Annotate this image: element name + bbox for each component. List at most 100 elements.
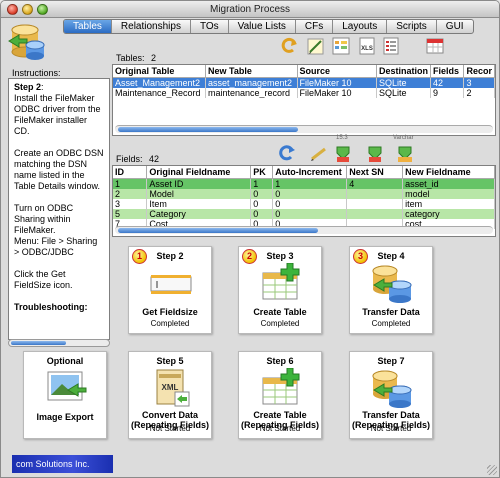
varchar-small-label: Varchar <box>393 135 414 141</box>
tables-scrollbar[interactable] <box>115 125 493 133</box>
table-row[interactable]: 1 Asset ID 1 1 4 asset_id <box>113 178 495 189</box>
tab-relationships[interactable]: Relationships <box>112 20 191 33</box>
column-header[interactable]: Original Table <box>113 65 206 78</box>
transfer-data-icon <box>372 265 412 303</box>
instructions-step-heading: Step 2 <box>14 82 42 92</box>
instructions-body: Install the FileMaker ODBC driver from t… <box>14 93 104 290</box>
edit-table-icon[interactable] <box>306 36 326 56</box>
calendar-table-icon[interactable] <box>425 36 445 56</box>
column-header[interactable]: Original Fieldname <box>146 166 252 179</box>
fields-header-row: ID Original Fieldname PK Auto-Increment … <box>113 166 495 179</box>
transfer-data-icon <box>372 370 412 408</box>
table-cell: 0 <box>250 188 274 199</box>
column-header[interactable]: Recor <box>463 65 495 78</box>
step-3-create-table-card[interactable]: 2 Step 3 Create Table Completed <box>238 246 322 334</box>
image-export-icon <box>47 371 87 401</box>
table-cell <box>346 208 404 219</box>
table-cell: Item <box>146 198 252 209</box>
step-title: Step 7 <box>377 356 405 366</box>
table-cell: Asset ID <box>146 178 252 189</box>
fields-scrollbar[interactable] <box>115 226 493 234</box>
column-header[interactable]: Destination <box>376 65 431 78</box>
step-title: Optional <box>46 356 84 366</box>
table-cell: 3 <box>113 198 148 209</box>
tab-tables[interactable]: Tables <box>64 20 112 33</box>
column-header[interactable]: New Fieldname <box>402 166 495 179</box>
instructions-panel[interactable]: Step 2: Install the FileMaker ODBC drive… <box>8 78 110 340</box>
table-cell <box>346 188 404 199</box>
tab-tos[interactable]: TOs <box>191 20 229 33</box>
table-row[interactable]: 2 Model 0 0 model <box>113 188 495 199</box>
column-header[interactable]: Source <box>297 65 377 78</box>
tables-label-row: Tables: 2 <box>116 53 156 63</box>
column-header[interactable]: Next SN <box>346 166 404 179</box>
step-label: Create Table <box>253 307 307 317</box>
step-6-create-table-repeating-card[interactable]: Step 6 Create Table (Repeating Fields) N… <box>238 351 322 439</box>
column-header[interactable]: Fields <box>430 65 465 78</box>
table-cell: 0 <box>250 208 274 219</box>
svg-text:XML: XML <box>162 383 179 392</box>
resize-grip-icon[interactable] <box>487 465 497 475</box>
table-cell: SQLite <box>376 87 431 98</box>
table-cell: Maintenance_Record <box>113 87 206 98</box>
table-row[interactable]: Maintenance_Record maintenance_record Fi… <box>113 87 495 98</box>
tables-grid: Original Table New Table Source Destinat… <box>112 64 496 136</box>
table-cell: category <box>402 208 495 219</box>
tab-cfs[interactable]: CFs <box>296 20 334 33</box>
svg-text:XLS: XLS <box>361 46 373 52</box>
table-cell: FileMaker 10 <box>297 77 377 88</box>
step-7-transfer-data-repeating-card[interactable]: Step 7 Transfer Data (Repeating Fields) … <box>349 351 433 439</box>
step-2-get-fieldsize-card[interactable]: 1 Step 2 Get Fieldsize Completed <box>128 246 212 334</box>
instructions-label: Instructions: <box>12 68 61 78</box>
table-cell: 2 <box>463 87 495 98</box>
report-table-icon[interactable] <box>331 36 351 56</box>
step-label: Image Export <box>36 412 94 422</box>
instructions-scrollbar[interactable] <box>8 339 110 347</box>
create-table-icon <box>262 263 300 300</box>
export-xls-icon[interactable]: XLS <box>357 36 377 56</box>
table-cell: FileMaker 10 <box>297 87 377 98</box>
table-row[interactable]: 5 Category 0 0 category <box>113 208 495 219</box>
text-arrow-icon[interactable] <box>395 143 415 163</box>
tab-value-lists[interactable]: Value Lists <box>229 20 296 33</box>
tab-layouts[interactable]: Layouts <box>333 20 388 33</box>
fields-label-row: Fields: 42 <box>116 154 159 164</box>
fields-grid: ID Original Fieldname PK Auto-Increment … <box>112 165 496 237</box>
table-cell: item <box>402 198 495 209</box>
step-4-transfer-data-card[interactable]: 3 Step 4 Transfer Data Completed <box>349 246 433 334</box>
column-header[interactable]: ID <box>113 166 148 179</box>
refresh-fields-icon[interactable] <box>277 143 297 163</box>
table-row[interactable]: 3 Item 0 0 item <box>113 198 495 209</box>
tab-scripts[interactable]: Scripts <box>387 20 437 33</box>
table-cell: Asset_Management2 <box>113 77 206 88</box>
step-status: Not Started <box>259 424 301 433</box>
table-cell: Category <box>146 208 252 219</box>
step-status: Completed <box>371 319 411 328</box>
document-list-icon[interactable] <box>381 36 401 56</box>
fields-scroll-thumb[interactable] <box>118 228 318 233</box>
fields-label: Fields: <box>116 154 143 164</box>
tab-gui[interactable]: GUI <box>437 20 473 33</box>
table-row[interactable]: Asset_Management2 asset_management2 File… <box>113 77 495 88</box>
instructions-scroll-thumb[interactable] <box>11 341 66 345</box>
step-5-convert-data-card[interactable]: Step 5 XML Convert Data (Repeating Field… <box>128 351 212 439</box>
xml-convert-icon: XML <box>156 369 190 407</box>
company-footer-badge[interactable]: com Solutions Inc. <box>12 455 113 473</box>
create-table-icon <box>262 368 300 405</box>
pk-arrow-icon[interactable] <box>365 143 385 163</box>
field-size-arrow-icon[interactable] <box>333 143 353 163</box>
table-cell: SQLite <box>376 77 431 88</box>
column-header[interactable]: Auto-Increment <box>272 166 348 179</box>
column-header[interactable]: PK <box>250 166 274 179</box>
table-cell: 5 <box>113 208 148 219</box>
edit-field-icon[interactable] <box>309 143 329 163</box>
optional-image-export-card[interactable]: Optional Image Export <box>23 351 107 439</box>
tables-scroll-thumb[interactable] <box>118 127 298 132</box>
refresh-icon[interactable] <box>279 36 299 56</box>
main-tab-bar: Tables Relationships TOs Value Lists CFs… <box>63 19 474 34</box>
column-header[interactable]: New Table <box>205 65 298 78</box>
table-cell: 0 <box>272 198 348 209</box>
step-title: Step 5 <box>156 356 184 366</box>
table-cell: asset_management2 <box>205 77 298 88</box>
tables-label: Tables: <box>116 53 145 63</box>
